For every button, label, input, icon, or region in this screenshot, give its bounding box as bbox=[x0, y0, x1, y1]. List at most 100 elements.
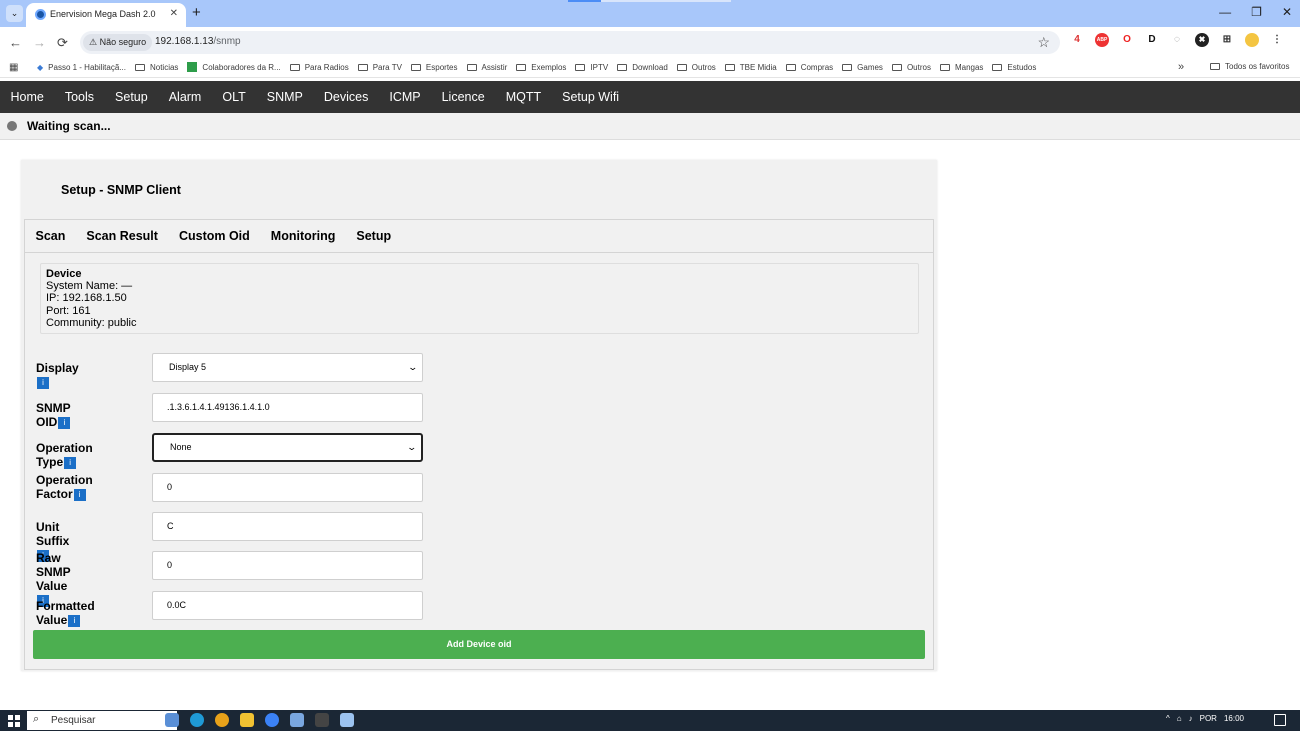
bookmark-item[interactable]: Noticias bbox=[134, 62, 178, 72]
taskbar-search-box[interactable]: ⌕ Pesquisar bbox=[27, 711, 177, 730]
profile-avatar[interactable] bbox=[1245, 33, 1259, 47]
browser-tabstrip: ⌄ Enervision Mega Dash 2.0 ✕ + — ❐ ✕ bbox=[0, 0, 1300, 27]
app-icon[interactable] bbox=[265, 713, 279, 727]
folder-icon bbox=[410, 63, 421, 71]
add-device-oid-button[interactable]: Add Device oid bbox=[33, 630, 925, 659]
language-indicator[interactable]: POR bbox=[1200, 714, 1217, 723]
tab-close-icon[interactable]: ✕ bbox=[170, 8, 178, 19]
tab-scan-result[interactable]: Scan Result bbox=[76, 220, 169, 253]
nav-snmp[interactable]: SNMP bbox=[256, 81, 313, 113]
bookmark-item[interactable]: Para TV bbox=[357, 62, 402, 72]
clock[interactable]: 16:00 bbox=[1224, 714, 1244, 723]
edge-browser-icon[interactable] bbox=[190, 713, 204, 727]
taskbar-widget-icon[interactable] bbox=[165, 713, 179, 727]
bookmark-item[interactable]: Assistir bbox=[466, 62, 507, 72]
notification-icon[interactable] bbox=[1274, 714, 1286, 726]
tab-custom-oid[interactable]: Custom Oid bbox=[168, 220, 260, 253]
raw-value-label-line1: Raw SNMP bbox=[36, 551, 71, 579]
bookmark-item[interactable]: TBE Midia bbox=[724, 62, 777, 72]
d-extension-icon[interactable]: D bbox=[1145, 33, 1159, 47]
close-window-button[interactable]: ✕ bbox=[1282, 5, 1292, 19]
info-icon[interactable]: i bbox=[58, 416, 71, 429]
bookmark-item[interactable]: ◆ Passo 1 - Habilitaçã... bbox=[37, 62, 126, 72]
bookmark-item[interactable]: Esportes bbox=[410, 62, 458, 72]
network-icon[interactable]: ⌂ bbox=[1177, 714, 1182, 723]
nav-setup-wifi[interactable]: Setup Wifi bbox=[552, 81, 630, 113]
bookmark-item[interactable]: Compras bbox=[785, 62, 833, 72]
back-arrow-icon[interactable]: ← bbox=[9, 35, 22, 50]
formatted-value-input[interactable]: 0.0C bbox=[152, 591, 423, 620]
adblock-extension-icon[interactable]: ABP bbox=[1095, 33, 1109, 47]
security-chip[interactable]: ⚠ Não seguro bbox=[83, 34, 153, 51]
bookmark-item[interactable]: Exemplos bbox=[516, 62, 566, 72]
nav-icmp[interactable]: ICMP bbox=[379, 81, 431, 113]
address-bar[interactable]: ⚠ Não seguro 192.168.1.13/snmp ☆ bbox=[80, 31, 1060, 54]
dashed-extension-icon[interactable]: ◌ bbox=[1170, 33, 1184, 47]
x-extension-icon[interactable]: ✖ bbox=[1195, 33, 1209, 47]
terminal-icon[interactable] bbox=[315, 713, 329, 727]
opera-extension-icon[interactable]: O bbox=[1120, 33, 1134, 47]
tray-overflow-icon[interactable]: ^ bbox=[1166, 714, 1170, 723]
maximize-button[interactable]: ❐ bbox=[1251, 5, 1262, 19]
new-tab-button[interactable]: + bbox=[192, 4, 201, 21]
nav-mqtt[interactable]: MQTT bbox=[495, 81, 551, 113]
notepad-icon[interactable] bbox=[340, 713, 354, 727]
bookmark-item[interactable]: IPTV bbox=[575, 62, 608, 72]
nav-setup[interactable]: Setup bbox=[105, 81, 159, 113]
bookmark-star-icon[interactable]: ☆ bbox=[1037, 34, 1050, 51]
windows-start-icon[interactable] bbox=[8, 715, 20, 727]
window-controls: — ❐ ✕ bbox=[1219, 5, 1292, 19]
extension-4-icon[interactable]: 4 bbox=[1070, 33, 1084, 47]
nav-alarm[interactable]: Alarm bbox=[158, 81, 212, 113]
tab-setup[interactable]: Setup bbox=[346, 220, 402, 253]
nav-devices[interactable]: Devices bbox=[313, 81, 378, 113]
browser-menu-icon[interactable]: ⋮ bbox=[1270, 33, 1284, 47]
bookmark-item[interactable]: Outros bbox=[891, 62, 931, 72]
all-bookmarks-button[interactable]: Todos os favoritos bbox=[1210, 62, 1289, 71]
bookmark-item[interactable]: Download bbox=[617, 62, 668, 72]
bookmark-item[interactable]: Outros bbox=[676, 62, 716, 72]
raw-value-input[interactable]: 0 bbox=[152, 551, 423, 580]
browser-tab[interactable]: Enervision Mega Dash 2.0 ✕ bbox=[26, 3, 186, 27]
url-text[interactable]: 192.168.1.13/snmp bbox=[155, 36, 241, 47]
nav-tools[interactable]: Tools bbox=[54, 81, 104, 113]
nav-olt[interactable]: OLT bbox=[212, 81, 256, 113]
bookmark-label: Esportes bbox=[425, 62, 458, 72]
unit-suffix-label-text: Unit Suffix bbox=[36, 520, 70, 548]
tab-scan[interactable]: Scan bbox=[25, 220, 76, 253]
operation-type-select[interactable]: None ⌄ bbox=[152, 433, 423, 462]
operation-factor-input[interactable]: 0 bbox=[152, 473, 423, 502]
app-icon[interactable] bbox=[290, 713, 304, 727]
bookmark-item[interactable]: Estudos bbox=[992, 62, 1036, 72]
chrome-browser-icon[interactable] bbox=[215, 713, 229, 727]
minimize-button[interactable]: — bbox=[1219, 5, 1231, 19]
file-explorer-icon[interactable] bbox=[240, 713, 254, 727]
bookmark-item[interactable]: Para Radios bbox=[289, 62, 349, 72]
forward-arrow-icon[interactable]: → bbox=[33, 35, 46, 50]
nav-home[interactable]: Home bbox=[0, 81, 54, 113]
all-bookmarks-label: Todos os favoritos bbox=[1225, 62, 1290, 71]
bookmark-item[interactable]: Mangas bbox=[939, 62, 983, 72]
reload-icon[interactable]: ⟳ bbox=[57, 35, 68, 51]
info-icon[interactable]: i bbox=[73, 488, 86, 501]
tab-search-chevron-icon[interactable]: ⌄ bbox=[6, 5, 23, 22]
info-icon[interactable]: i bbox=[37, 376, 49, 389]
folder-icon bbox=[939, 63, 950, 71]
volume-icon[interactable]: ♪ bbox=[1189, 714, 1193, 723]
bookmark-item[interactable]: Games bbox=[842, 62, 883, 72]
info-icon[interactable]: i bbox=[68, 614, 81, 627]
puzzle-extensions-icon[interactable]: ⊞ bbox=[1220, 33, 1234, 47]
bookmarks-overflow-button[interactable]: » bbox=[1178, 61, 1184, 73]
oid-input[interactable]: .1.3.6.1.4.1.49136.1.4.1.0 bbox=[152, 393, 423, 422]
bookmark-item[interactable]: Colaboradores da R... bbox=[187, 62, 281, 72]
tab-monitoring[interactable]: Monitoring bbox=[260, 220, 346, 253]
snmp-subtabs: Scan Scan Result Custom Oid Monitoring S… bbox=[25, 220, 933, 253]
device-community: Community: public bbox=[46, 316, 137, 329]
display-select[interactable]: Display 5 ⌄ bbox=[152, 353, 423, 382]
info-icon[interactable]: i bbox=[64, 456, 77, 469]
unit-suffix-input[interactable]: C bbox=[152, 512, 423, 541]
device-port: Port: 161 bbox=[46, 304, 91, 317]
nav-licence[interactable]: Licence bbox=[431, 81, 495, 113]
folder-icon bbox=[466, 63, 477, 71]
apps-grid-icon[interactable]: ▦ bbox=[9, 62, 18, 73]
